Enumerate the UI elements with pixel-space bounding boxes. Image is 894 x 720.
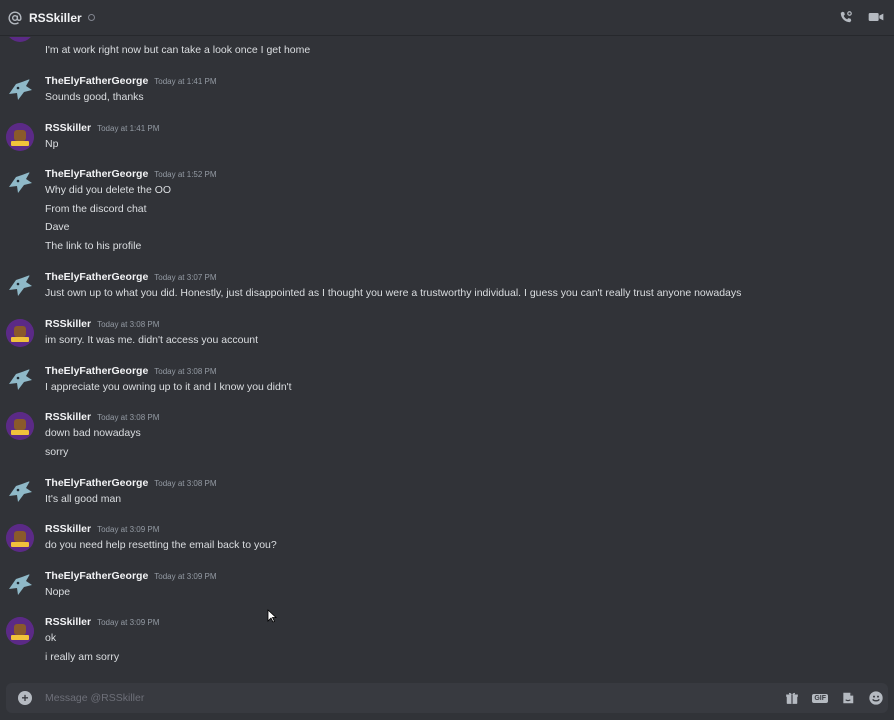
channel-header: RSSkiller	[0, 0, 894, 36]
message-author[interactable]: TheElyFatherGeorge Today at 3:08 PM	[45, 365, 217, 377]
message-timestamp: Today at 1:41 PM	[97, 124, 160, 133]
avatar[interactable]	[6, 412, 34, 440]
avatar[interactable]	[6, 366, 34, 394]
message-timestamp: Today at 3:08 PM	[154, 367, 217, 376]
message-timestamp: Today at 3:08 PM	[97, 320, 160, 329]
message-line: I'm at work right now but can take a loo…	[45, 44, 311, 56]
message-list: I'm at work right now but can take a loo…	[0, 37, 894, 677]
channel-title: RSSkiller	[29, 10, 82, 25]
message-line: It's all good man	[45, 493, 122, 505]
message-line: From the discord chat	[45, 203, 147, 215]
message-line: Dave	[45, 221, 70, 233]
message-line: The link to his profile	[45, 240, 142, 252]
message-author[interactable]: RSSkiller Today at 3:09 PM	[45, 523, 159, 535]
message-author[interactable]: RSSkiller Today at 3:08 PM	[45, 318, 159, 330]
message-line: Sounds good, thanks	[45, 91, 144, 103]
message-timestamp: Today at 3:09 PM	[154, 572, 217, 581]
mouse-cursor-icon	[267, 609, 278, 628]
message-line: I appreciate you owning up to it and I k…	[45, 381, 292, 393]
add-attachment-button[interactable]: +	[18, 691, 32, 705]
message-author[interactable]: TheElyFatherGeorge Today at 3:08 PM	[45, 477, 217, 489]
at-icon	[7, 10, 23, 26]
gif-button[interactable]: GIF	[812, 693, 828, 703]
voice-call-icon[interactable]	[838, 9, 854, 25]
message-author[interactable]: RSSkiller Today at 1:41 PM	[45, 122, 159, 134]
gift-icon[interactable]	[784, 690, 800, 706]
avatar[interactable]	[6, 272, 34, 300]
message-author[interactable]: RSSkiller Today at 3:08 PM	[45, 411, 159, 423]
video-call-icon[interactable]	[868, 9, 884, 25]
message-line: sorry	[45, 446, 69, 458]
avatar[interactable]	[6, 478, 34, 506]
message-line: Why did you delete the OO	[45, 184, 172, 196]
avatar[interactable]	[6, 319, 34, 347]
message-line: Nope	[45, 586, 71, 598]
avatar[interactable]	[6, 37, 34, 42]
emoji-icon[interactable]	[868, 690, 884, 706]
avatar[interactable]	[6, 617, 34, 645]
avatar[interactable]	[6, 123, 34, 151]
message-timestamp: Today at 3:08 PM	[154, 479, 217, 488]
message-timestamp: Today at 1:52 PM	[154, 170, 217, 179]
message-author[interactable]: TheElyFatherGeorge Today at 3:09 PM	[45, 570, 217, 582]
avatar[interactable]	[6, 524, 34, 552]
message-author[interactable]: TheElyFatherGeorge Today at 1:41 PM	[45, 75, 217, 87]
message-line: ok	[45, 632, 57, 644]
avatar[interactable]	[6, 76, 34, 104]
message-line: i really am sorry	[45, 651, 120, 663]
message-timestamp: Today at 3:08 PM	[97, 413, 160, 422]
message-timestamp: Today at 3:09 PM	[97, 618, 160, 627]
message-author[interactable]: RSSkiller Today at 3:09 PM	[45, 616, 159, 628]
message-timestamp: Today at 1:41 PM	[154, 77, 217, 86]
message-line: im sorry. It was me. didn't access you a…	[45, 334, 259, 346]
sticker-icon[interactable]	[840, 690, 856, 706]
message-line: do you need help resetting the email bac…	[45, 539, 277, 551]
message-line: down bad nowadays	[45, 427, 141, 439]
message-composer: + GIF	[6, 683, 888, 713]
message-timestamp: Today at 3:09 PM	[97, 525, 160, 534]
message-line: Np	[45, 138, 59, 150]
message-author[interactable]: TheElyFatherGeorge Today at 1:52 PM	[45, 168, 217, 180]
avatar[interactable]	[6, 571, 34, 599]
message-line: Just own up to what you did. Honestly, j…	[45, 287, 742, 299]
status-offline-icon	[87, 14, 95, 21]
avatar[interactable]	[6, 169, 34, 197]
message-author[interactable]: TheElyFatherGeorge Today at 3:07 PM	[45, 271, 217, 283]
message-input[interactable]	[45, 688, 735, 708]
message-timestamp: Today at 3:07 PM	[154, 273, 217, 282]
